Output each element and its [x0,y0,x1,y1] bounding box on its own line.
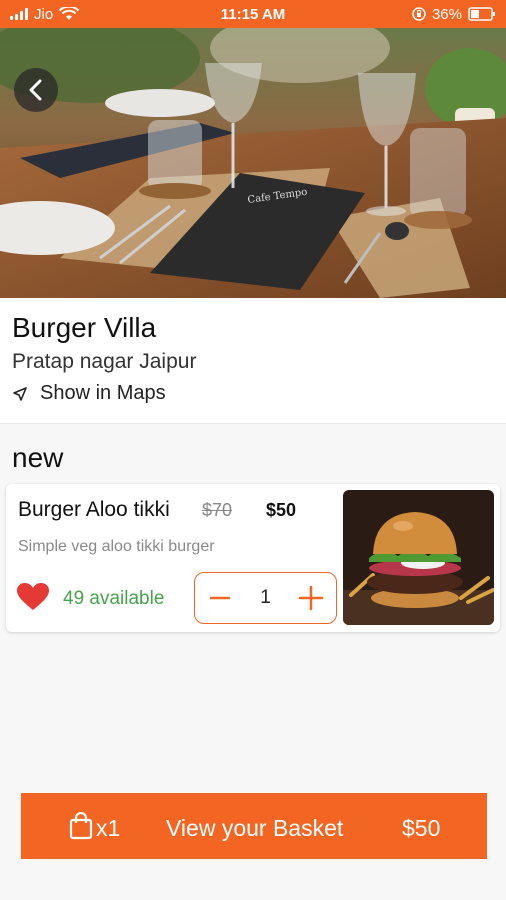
show-in-maps-link[interactable]: Show in Maps [12,382,494,405]
decrease-quantity-button[interactable] [205,583,235,613]
view-basket-button[interactable]: x1 View your Basket $50 [21,793,487,859]
plus-icon [298,585,324,611]
battery-percent: 36% [431,5,462,23]
signal-icon [10,8,28,20]
carrier-label: Jio [34,5,54,23]
quantity-stepper: 1 [194,572,337,624]
status-left: Jio [10,5,80,23]
item-image [343,490,494,625]
menu-item-card[interactable]: Burger Aloo tikki $70 $50 Simple veg alo… [6,484,500,632]
navigation-arrow-icon [13,386,27,401]
wifi-icon [59,7,80,20]
battery-icon [468,7,495,21]
basket-total: $50 [402,815,441,841]
shopping-bag-icon [69,812,93,840]
status-right: 36% [412,6,496,23]
basket-label: View your Basket [166,815,344,841]
back-button[interactable] [14,68,58,112]
back-arrow-icon [29,79,42,101]
item-description: Simple veg aloo tikki burger [18,538,215,555]
show-in-maps-label: Show in Maps [40,382,166,404]
minus-icon [209,596,231,600]
item-availability: 49 available [63,588,165,609]
restaurant-location: Pratap nagar Jaipur [12,350,197,373]
item-name: Burger Aloo tikki [18,498,170,521]
section-title: new [12,442,64,473]
restaurant-info: Burger Villa Pratap nagar Jaipur Show in… [0,298,506,424]
item-price: $50 [266,500,297,520]
restaurant-name: Burger Villa [12,312,157,343]
item-old-price: $70 [202,500,233,520]
status-bar: Jio 11:15 AM 36% [0,0,506,28]
restaurant-hero-image: Cafe Tempo [0,28,506,298]
favorite-button[interactable] [16,582,50,612]
basket-count: x1 [96,815,121,841]
increase-quantity-button[interactable] [296,583,326,613]
quantity-value: 1 [260,587,271,608]
rotation-lock-icon [412,7,426,21]
heart-icon [17,583,49,610]
